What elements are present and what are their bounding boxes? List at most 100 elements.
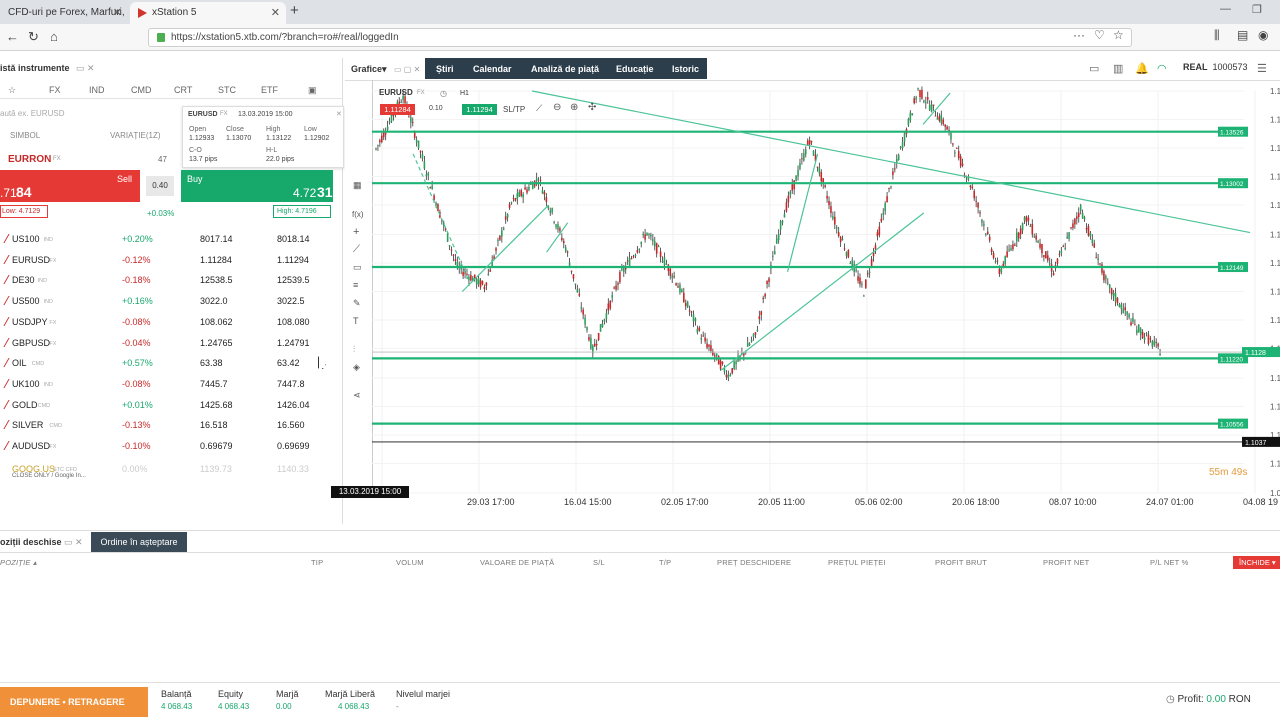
text-tool-icon[interactable]: T (353, 316, 359, 326)
account-icon[interactable]: ◉ (1258, 28, 1268, 42)
close-icon[interactable]: ✕ (336, 110, 342, 118)
restore-icon[interactable]: ❐ (1252, 3, 1262, 16)
magnet-icon[interactable]: ⫶ (353, 344, 355, 355)
list-item[interactable]: USDJPY FX -0.08% 108.062 108.080 (0, 313, 340, 334)
column-header[interactable]: TIP (311, 558, 323, 567)
browser-tab-xstation[interactable]: xStation 5 ✕ (130, 2, 286, 24)
list-item[interactable]: UK100 IND -0.08% 7445.7 7447.8 (0, 375, 340, 396)
list-item[interactable]: GOOG.US STC CFD CLOSE ONLY / Google In..… (0, 460, 340, 481)
close-tab-icon[interactable]: ✕ (113, 2, 122, 24)
list-item[interactable]: AUDUSD FX -0.10% 0.69679 0.69699 (0, 437, 340, 458)
list-item[interactable]: GOLD CMD +0.01% 1425.68 1426.04 (0, 396, 340, 417)
chart-buy-price[interactable]: 1.11294 (462, 104, 497, 115)
candle-body (1010, 248, 1012, 251)
column-header[interactable]: VALOARE DE PIAȚĂ (480, 558, 554, 567)
list-item[interactable]: US100 IND +0.20% 8017.14 8018.14 (0, 230, 340, 251)
column-header[interactable]: S/L (593, 558, 605, 567)
close-all-button[interactable]: ÎNCHIDE ▾ (1233, 556, 1280, 569)
tab-pending-orders[interactable]: Ordine în așteptare (91, 532, 187, 552)
timeframe-select[interactable]: H1 (460, 90, 469, 97)
zoom-out-icon[interactable]: ⊖ (553, 102, 561, 113)
layout-icon[interactable]: ▭ (1089, 62, 1099, 75)
nav-calendar[interactable]: Calendar (473, 64, 512, 74)
list-item[interactable]: GBPUSD FX -0.04% 1.24765 1.24791 (0, 334, 340, 355)
nav-educatie[interactable]: Educație (616, 64, 654, 74)
browser-tab-xtb-site[interactable]: CFD-uri pe Forex, Marfuri, Indic✕ (0, 2, 128, 24)
list-item[interactable]: SILVER CMD -0.13% 16.518 16.560 (0, 416, 340, 437)
selected-symbol[interactable]: EURRON (8, 154, 51, 165)
list-item[interactable]: US500 IND +0.16% 3022.0 3022.5 (0, 292, 340, 313)
sidebar-icon[interactable]: ▤ (1237, 28, 1248, 42)
basket-icon[interactable]: ▣ (308, 85, 317, 96)
fibonacci-icon[interactable]: ≡ (353, 280, 358, 290)
reload-icon[interactable]: ↻ (28, 29, 39, 45)
zoom-in-icon[interactable]: ⊕ (570, 102, 578, 113)
sell-button[interactable]: Sell .71 84 (0, 170, 140, 202)
nav-analiza[interactable]: Analiză de piață (531, 64, 599, 74)
candle-body (857, 276, 859, 281)
account-badge[interactable]: REAL 1000573 (1183, 62, 1248, 72)
home-icon[interactable]: ⌂ (50, 29, 58, 44)
candle-body (566, 251, 569, 253)
column-header[interactable]: POZIȚIE ▴ (0, 558, 37, 567)
panels-icon[interactable]: ▥ (1113, 62, 1123, 75)
tab-cmd[interactable]: CMD (131, 85, 152, 95)
menu-icon[interactable]: ☰ (1257, 62, 1267, 75)
search-input[interactable]: aută ex. EURUSD (0, 109, 64, 118)
column-header[interactable]: T/P (659, 558, 671, 567)
rectangle-icon[interactable]: ▭ (353, 262, 362, 273)
minimize-icon[interactable]: — (1220, 3, 1231, 15)
list-item[interactable]: EURUSD FX -0.12% 1.11284 1.11294 (0, 251, 340, 272)
back-icon[interactable]: ← (6, 29, 19, 44)
column-header[interactable]: PROFIT BRUT (935, 558, 987, 567)
tab-etf[interactable]: ETF (261, 85, 278, 95)
column-header[interactable]: VOLUM (396, 558, 424, 567)
trendline-icon[interactable]: ⟋ (353, 244, 360, 255)
sltp-button[interactable]: SL/TP (503, 105, 525, 114)
candle-body (907, 118, 910, 126)
indicators-icon[interactable]: f(x) (352, 210, 364, 219)
crosshair-icon[interactable]: ▦ (353, 180, 362, 191)
brush-icon[interactable]: ✎ (353, 298, 361, 309)
chart-sell-price[interactable]: 1.11284 (380, 104, 415, 115)
panel-window-icon[interactable]: ▭ ▢ ✕ (394, 65, 420, 74)
move-icon[interactable]: ✣ (588, 102, 596, 113)
column-header[interactable]: PROFIT NET (1043, 558, 1089, 567)
cursor-cross-icon[interactable]: + (353, 226, 359, 238)
pocket-icon[interactable]: ♡ (1094, 28, 1105, 42)
list-item[interactable]: OIL CMD +0.57% 63.38 63.42 (0, 354, 340, 375)
nav-stiri[interactable]: Știri (436, 64, 454, 74)
column-header[interactable]: PREȚUL PIEȚEI (828, 558, 886, 567)
share-icon[interactable]: ⋖ (353, 390, 361, 401)
url-bar[interactable]: https://xstation5.xtb.com/?branch=ro#/re… (148, 28, 1132, 47)
tab-stc[interactable]: STC (218, 85, 236, 95)
tab-fx[interactable]: FX (49, 85, 61, 95)
trend-arrow-icon (0, 441, 10, 450)
tab-crt[interactable]: CRT (174, 85, 192, 95)
bookmark-star-icon[interactable]: ☆ (1113, 28, 1124, 42)
drawing-line-icon[interactable]: ⟋ (536, 103, 542, 114)
column-header-symbol[interactable]: SIMBOL (10, 131, 40, 140)
list-item[interactable]: DE30 IND -0.18% 12538.5 12539.5 (0, 271, 340, 292)
column-header-change[interactable]: VARIAȚIE(1Z) (110, 131, 161, 140)
close-tab-icon[interactable]: ✕ (271, 2, 280, 24)
tab-ind[interactable]: IND (89, 85, 105, 95)
library-icon[interactable]: ⫼ (1214, 28, 1220, 43)
new-tab-button[interactable]: + (290, 2, 299, 19)
bell-icon[interactable]: 🔔 (1135, 62, 1149, 75)
layers-icon[interactable]: ◈ (353, 362, 360, 373)
panel-window-icon[interactable]: ▭ ✕ (76, 63, 95, 74)
column-header[interactable]: P/L NET % (1150, 558, 1188, 567)
nav-istoric[interactable]: Istoric (672, 64, 699, 74)
tab-favorites[interactable]: ☆ (8, 85, 16, 96)
buy-button[interactable]: Buy 4.72 31 (181, 170, 333, 202)
deposit-withdraw-button[interactable]: DEPUNERE • RETRAGERE (0, 687, 148, 717)
candle-body (942, 119, 945, 125)
candle-body (731, 368, 734, 374)
tab-open-positions[interactable]: oziții deschise ▭ ✕ (0, 537, 83, 548)
price-chart[interactable]: 29.03 17:00 16.04 15:00 02.05 17:00 20.05 1… (372, 83, 1280, 515)
column-header[interactable]: PREȚ DESCHIDERE (717, 558, 791, 567)
charts-menu[interactable]: Grafice▾ (351, 64, 387, 75)
page-actions-icon[interactable]: ··· (1073, 28, 1085, 42)
chart-symbol[interactable]: EURUSD (379, 88, 413, 97)
